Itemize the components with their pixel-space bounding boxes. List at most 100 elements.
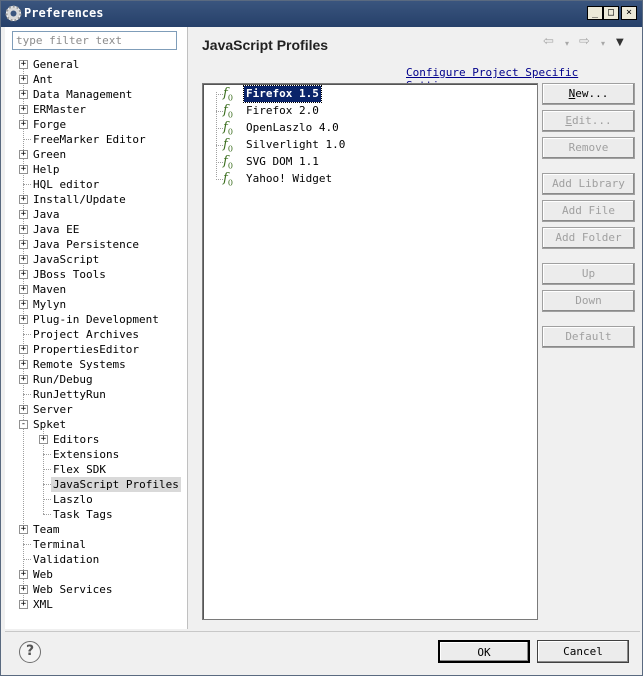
- expand-icon[interactable]: +: [19, 345, 28, 354]
- tree-item-web[interactable]: + Web: [5, 567, 188, 582]
- tree-item-freemarker-editor[interactable]: FreeMarker Editor: [5, 132, 188, 147]
- up-button[interactable]: Up: [542, 263, 635, 285]
- collapse-icon[interactable]: -: [19, 420, 28, 429]
- help-icon[interactable]: ?: [19, 641, 41, 663]
- tree-item-team[interactable]: + Team: [5, 522, 188, 537]
- tree-item-label: Forge: [33, 118, 67, 131]
- expand-icon[interactable]: +: [19, 105, 28, 114]
- back-dropdown-icon[interactable]: ▾: [565, 39, 569, 48]
- tree-item-server[interactable]: + Server: [5, 402, 188, 417]
- tree-connector: [43, 469, 51, 470]
- tree-item-general[interactable]: + General: [5, 57, 188, 72]
- expand-icon[interactable]: +: [19, 210, 28, 219]
- tree-item-install-update[interactable]: + Install/Update: [5, 192, 188, 207]
- tree-item-flex-sdk[interactable]: Flex SDK: [5, 462, 188, 477]
- tree-item-validation[interactable]: Validation: [5, 552, 188, 567]
- page-title: JavaScript Profiles: [202, 37, 329, 53]
- edit-button[interactable]: Edit...: [542, 110, 635, 132]
- expand-icon[interactable]: +: [19, 360, 28, 369]
- tree-item-extensions[interactable]: Extensions: [5, 447, 188, 462]
- expand-icon[interactable]: +: [19, 195, 28, 204]
- tree-item-project-archives[interactable]: Project Archives: [5, 327, 188, 342]
- window-title: Preferences: [24, 6, 104, 20]
- tree-item-help[interactable]: + Help: [5, 162, 188, 177]
- title-bar[interactable]: Preferences _ □ ×: [1, 1, 642, 27]
- tree-item-label: Flex SDK: [53, 463, 106, 476]
- minimize-button[interactable]: _: [587, 6, 603, 20]
- tree-item-ant[interactable]: + Ant: [5, 72, 188, 87]
- forward-arrow-icon[interactable]: ⇨: [579, 34, 590, 49]
- tree-item-xml[interactable]: + XML: [5, 597, 188, 612]
- expand-icon[interactable]: +: [19, 315, 28, 324]
- expand-icon[interactable]: +: [19, 255, 28, 264]
- expand-icon[interactable]: +: [19, 270, 28, 279]
- tree-item-label: Spket: [33, 418, 67, 431]
- profile-label: Firefox 2.0: [246, 104, 319, 117]
- default-button[interactable]: Default: [542, 326, 635, 348]
- expand-icon[interactable]: +: [19, 150, 28, 159]
- expand-icon[interactable]: +: [19, 225, 28, 234]
- expand-icon[interactable]: +: [19, 165, 28, 174]
- tree-item-runjettyrun[interactable]: RunJettyRun: [5, 387, 188, 402]
- tree-connector: [43, 454, 51, 455]
- profile-label: Silverlight 1.0: [246, 138, 346, 151]
- tree-item-mylyn[interactable]: + Mylyn: [5, 297, 188, 312]
- new-button-label: ew...: [575, 87, 609, 100]
- view-menu-icon[interactable]: ▼: [616, 37, 624, 48]
- tree-item-data-management[interactable]: + Data Management: [5, 87, 188, 102]
- expand-icon[interactable]: +: [19, 240, 28, 249]
- back-arrow-icon[interactable]: ⇦: [543, 34, 554, 49]
- tree-item-remote-systems[interactable]: + Remote Systems: [5, 357, 188, 372]
- profiles-list[interactable]: f0 Firefox 1.5 f0 Firefox 2.0 f0 OpenLaszlo 4…: [202, 83, 538, 620]
- tree-item-label: XML: [33, 598, 53, 611]
- tree-item-web-services[interactable]: + Web Services: [5, 582, 188, 597]
- expand-icon[interactable]: +: [19, 600, 28, 609]
- expand-icon[interactable]: +: [19, 120, 28, 129]
- add-library-button[interactable]: Add Library: [542, 173, 635, 195]
- tree-item-javascript-profiles[interactable]: JavaScript Profiles: [5, 477, 188, 492]
- tree-item-terminal[interactable]: Terminal: [5, 537, 188, 552]
- expand-icon[interactable]: +: [19, 300, 28, 309]
- close-button[interactable]: ×: [621, 6, 637, 20]
- tree-item-spket[interactable]: - Spket: [5, 417, 188, 432]
- tree-item-green[interactable]: + Green: [5, 147, 188, 162]
- tree-item-laszlo[interactable]: Laszlo: [5, 492, 188, 507]
- tree-item-jboss-tools[interactable]: + JBoss Tools: [5, 267, 188, 282]
- new-button[interactable]: New...: [542, 83, 635, 105]
- tree-item-java[interactable]: + Java: [5, 207, 188, 222]
- down-button[interactable]: Down: [542, 290, 635, 312]
- tree-item-task-tags[interactable]: Task Tags: [5, 507, 188, 522]
- add-folder-button[interactable]: Add Folder: [542, 227, 635, 249]
- tree-item-java-persistence[interactable]: + Java Persistence: [5, 237, 188, 252]
- expand-icon[interactable]: +: [19, 405, 28, 414]
- forward-dropdown-icon[interactable]: ▾: [601, 39, 605, 48]
- tree-item-ermaster[interactable]: + ERMaster: [5, 102, 188, 117]
- expand-icon[interactable]: +: [19, 375, 28, 384]
- tree-item-plug-in-development[interactable]: + Plug-in Development: [5, 312, 188, 327]
- expand-icon[interactable]: +: [19, 585, 28, 594]
- expand-icon[interactable]: +: [19, 60, 28, 69]
- tree-item-label: Green: [33, 148, 67, 161]
- tree-item-run-debug[interactable]: + Run/Debug: [5, 372, 188, 387]
- tree-item-java-ee[interactable]: + Java EE: [5, 222, 188, 237]
- expand-icon[interactable]: +: [19, 90, 28, 99]
- remove-button[interactable]: Remove: [542, 137, 635, 159]
- tree-item-propertieseditor[interactable]: + PropertiesEditor: [5, 342, 188, 357]
- expand-icon[interactable]: +: [39, 435, 48, 444]
- expand-icon[interactable]: +: [19, 285, 28, 294]
- expand-icon[interactable]: +: [19, 525, 28, 534]
- expand-icon[interactable]: +: [19, 570, 28, 579]
- tree-item-forge[interactable]: + Forge: [5, 117, 188, 132]
- filter-input[interactable]: [12, 31, 177, 50]
- tree-item-maven[interactable]: + Maven: [5, 282, 188, 297]
- tree-item-label: Data Management: [33, 88, 133, 101]
- maximize-button[interactable]: □: [603, 6, 619, 20]
- add-file-button[interactable]: Add File: [542, 200, 635, 222]
- tree-item-javascript[interactable]: + JavaScript: [5, 252, 188, 267]
- ok-button[interactable]: OK: [438, 640, 530, 663]
- tree-item-editors[interactable]: + Editors: [5, 432, 188, 447]
- cancel-button[interactable]: Cancel: [537, 640, 629, 663]
- tree-item-label: Plug-in Development: [33, 313, 159, 326]
- expand-icon[interactable]: +: [19, 75, 28, 84]
- tree-item-hql-editor[interactable]: HQL editor: [5, 177, 188, 192]
